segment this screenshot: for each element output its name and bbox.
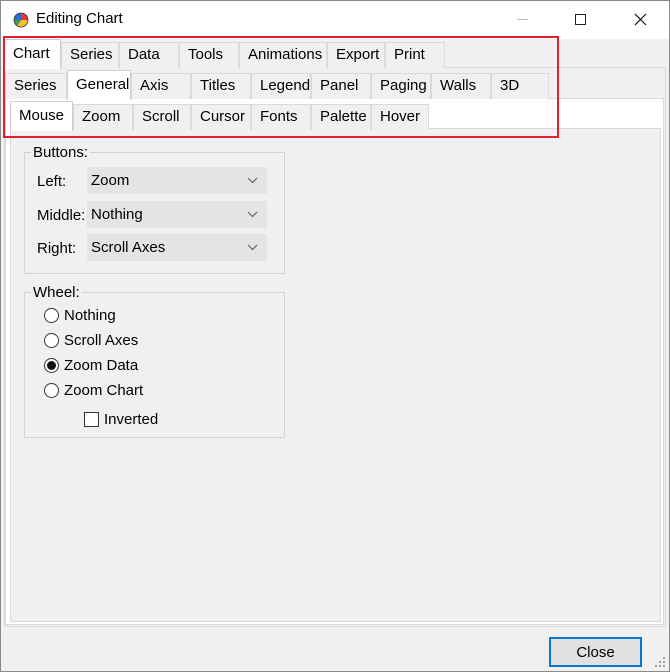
right-button-combo[interactable]: Scroll Axes: [87, 234, 267, 261]
tab-data[interactable]: Data: [119, 42, 179, 68]
radio-button-selected[interactable]: [44, 358, 59, 373]
tab-scroll[interactable]: Scroll: [133, 104, 191, 130]
general-sub-tab-strip: Mouse Zoom Scroll Cursor Fonts Palette H…: [10, 101, 429, 131]
right-button-label: Right:: [37, 240, 77, 257]
tab-paging[interactable]: Paging: [371, 73, 431, 99]
minimize-button[interactable]: [493, 1, 551, 37]
wheel-option-label: Scroll Axes: [64, 332, 139, 349]
left-button-combo[interactable]: Zoom: [87, 167, 267, 194]
right-button-value: Scroll Axes: [91, 239, 166, 256]
tab-hover[interactable]: Hover: [371, 104, 429, 130]
radio-dot-icon: [47, 361, 56, 370]
wheel-group-title: Wheel:: [31, 284, 82, 301]
tab-general[interactable]: General: [67, 70, 131, 100]
middle-button-combo[interactable]: Nothing: [87, 201, 267, 228]
tab-zoom[interactable]: Zoom: [73, 104, 133, 130]
wheel-option-zoom-chart[interactable]: Zoom Chart: [44, 382, 143, 399]
tab-walls[interactable]: Walls: [431, 73, 491, 99]
chart-sub-tab-strip: Series General Axis Titles Legend Panel …: [5, 70, 549, 100]
wheel-option-label: Zoom Chart: [64, 382, 144, 399]
maximize-icon: [574, 13, 586, 25]
wheel-option-nothing[interactable]: Nothing: [44, 307, 116, 324]
radio-button[interactable]: [44, 308, 59, 323]
tab-mouse[interactable]: Mouse: [10, 101, 73, 131]
tab-tools[interactable]: Tools: [179, 42, 239, 68]
maximize-button[interactable]: [551, 1, 609, 37]
minimize-icon: [516, 18, 528, 20]
left-button-label: Left:: [37, 173, 67, 190]
main-tab-strip: Chart Series Data Tools Animations Expor…: [4, 39, 445, 69]
tab-3d[interactable]: 3D: [491, 73, 549, 99]
close-window-button[interactable]: [611, 1, 669, 37]
tab-print[interactable]: Print: [385, 42, 445, 68]
left-button-value: Zoom: [91, 172, 130, 189]
tab-chart-series[interactable]: Series: [5, 73, 67, 99]
wheel-option-scroll-axes[interactable]: Scroll Axes: [44, 332, 138, 349]
radio-button[interactable]: [44, 383, 59, 398]
window-title: Editing Chart: [36, 10, 123, 27]
tab-series[interactable]: Series: [61, 42, 119, 68]
inverted-label: Inverted: [104, 411, 159, 428]
tab-fonts[interactable]: Fonts: [251, 104, 311, 130]
wheel-option-zoom-data[interactable]: Zoom Data: [44, 357, 138, 374]
chevron-down-icon: [239, 168, 266, 193]
close-button[interactable]: Close: [549, 637, 642, 667]
tab-panel[interactable]: Panel: [311, 73, 371, 99]
tab-legend[interactable]: Legend: [251, 73, 311, 99]
middle-button-value: Nothing: [91, 206, 143, 223]
editing-chart-window: Editing Chart Chart Series Data Tools An…: [0, 0, 670, 672]
tab-axis[interactable]: Axis: [131, 73, 191, 99]
wheel-option-label: Zoom Data: [64, 357, 139, 374]
chevron-down-icon: [239, 202, 266, 227]
tab-cursor[interactable]: Cursor: [191, 104, 251, 130]
tab-titles[interactable]: Titles: [191, 73, 251, 99]
wheel-option-label: Nothing: [64, 307, 116, 324]
resize-grip-icon[interactable]: [654, 656, 666, 668]
chevron-down-icon: [239, 235, 266, 260]
inverted-checkbox-row[interactable]: Inverted: [84, 411, 158, 428]
tchart-icon: [13, 12, 29, 28]
tab-palette[interactable]: Palette: [311, 104, 371, 130]
radio-button[interactable]: [44, 333, 59, 348]
tab-animations[interactable]: Animations: [239, 42, 327, 68]
buttons-group-title: Buttons:: [31, 144, 91, 161]
close-icon: [634, 13, 646, 25]
middle-button-label: Middle:: [37, 207, 86, 224]
title-bar: Editing Chart: [1, 1, 669, 39]
tab-chart[interactable]: Chart: [4, 39, 61, 69]
tab-export[interactable]: Export: [327, 42, 385, 68]
inverted-checkbox[interactable]: [84, 412, 99, 427]
